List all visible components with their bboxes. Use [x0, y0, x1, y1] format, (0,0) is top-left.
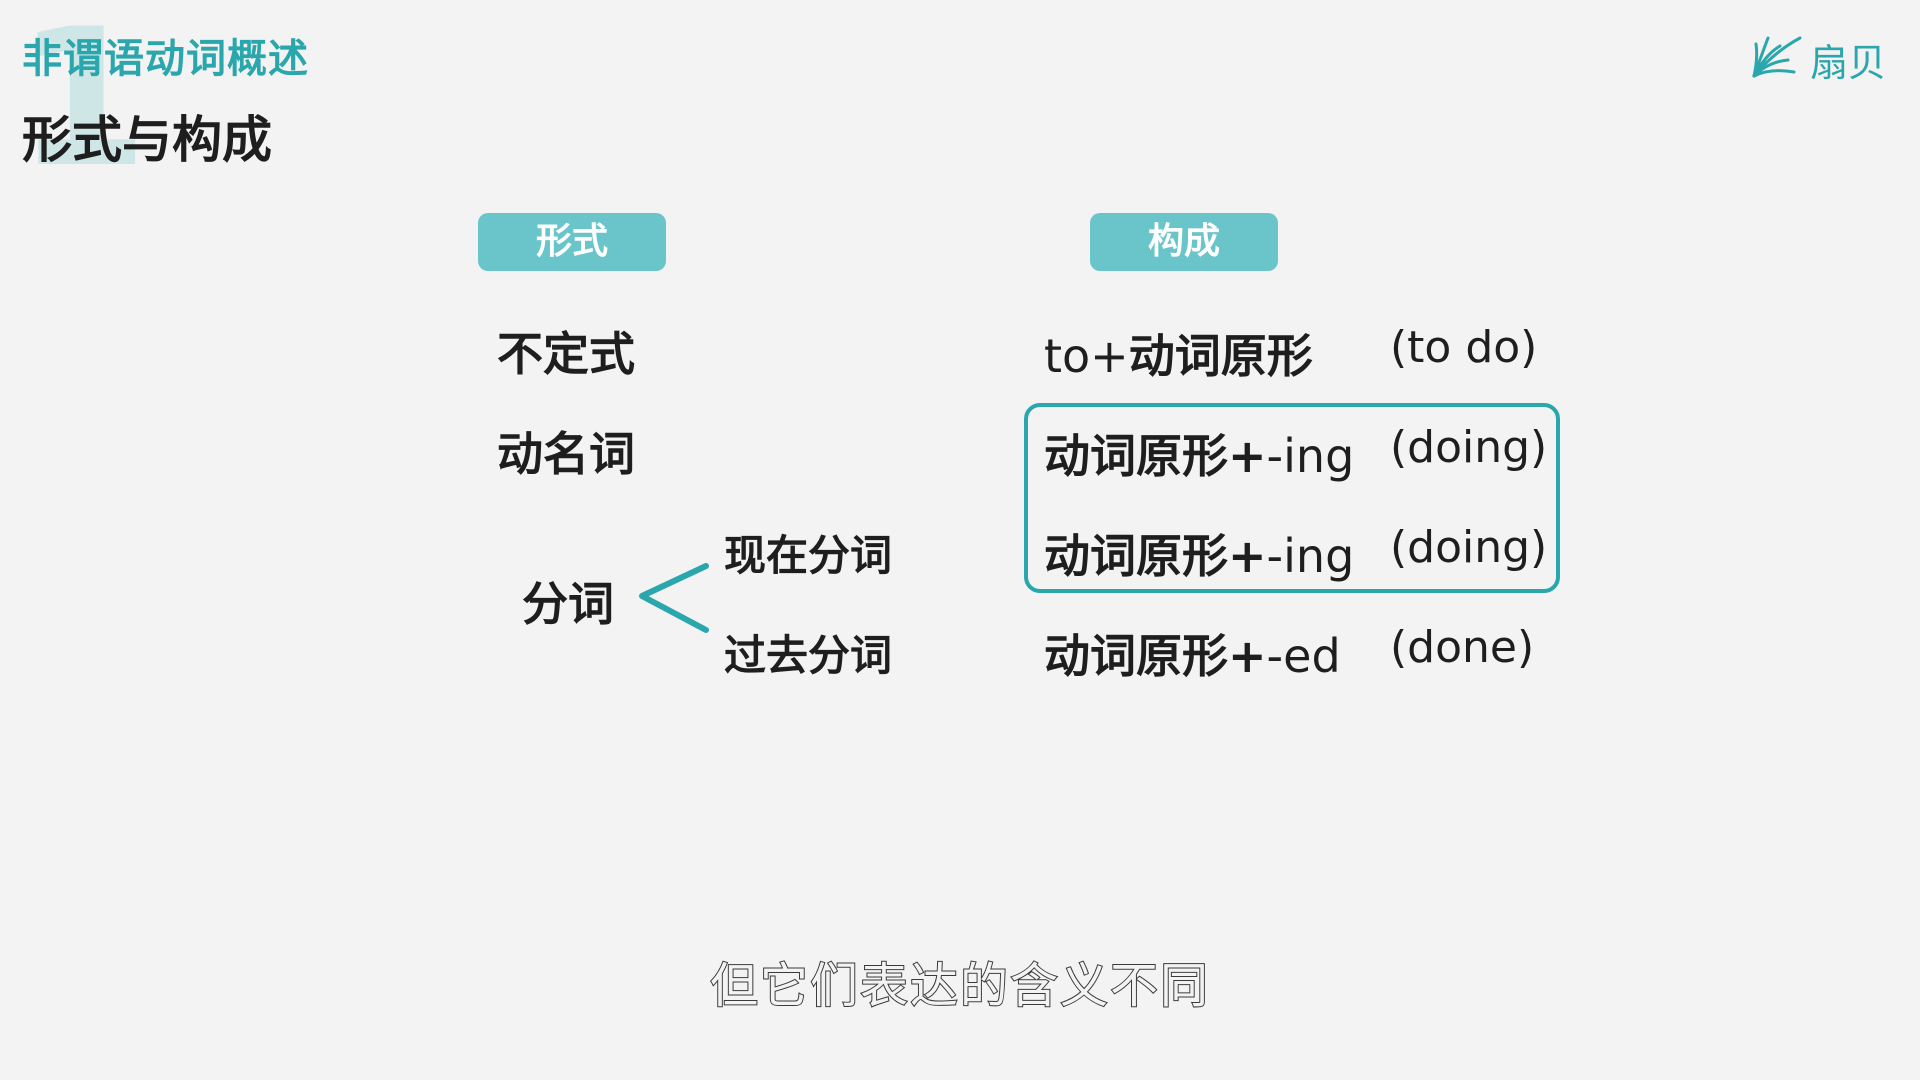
example-past-participle: (done)	[1390, 622, 1535, 673]
form-present-participle: 现在分词	[724, 531, 893, 580]
form-past-participle: 过去分词	[724, 631, 893, 680]
composition-suffix: -ed	[1266, 629, 1341, 683]
branch-bracket-icon	[639, 563, 709, 633]
example-present-participle: (doing)	[1390, 522, 1548, 573]
composition-infinitive: to+动词原形	[1044, 320, 1313, 386]
composition-base: 动词原形	[1128, 329, 1313, 383]
composition-suffix: -ing	[1266, 429, 1355, 483]
logo-text: 扇贝	[1810, 41, 1887, 85]
form-gerund: 动名词	[497, 427, 635, 481]
composition-suffix: -ing	[1266, 529, 1355, 583]
video-subtitle: 但它们表达的含义不同	[709, 957, 1210, 1015]
composition-gerund: 动词原形+-ing	[1044, 420, 1354, 486]
form-participle: 分词	[522, 577, 614, 631]
composition-base: 动词原形+	[1044, 629, 1267, 683]
composition-prefix: to+	[1044, 329, 1129, 383]
composition-present-participle: 动词原形+-ing	[1044, 520, 1354, 586]
column-header-composition: 构成	[1090, 213, 1278, 271]
composition-base: 动词原形+	[1044, 529, 1267, 583]
composition-past-participle: 动词原形+-ed	[1044, 620, 1341, 686]
example-gerund: (doing)	[1390, 422, 1548, 473]
form-infinitive: 不定式	[497, 327, 635, 381]
brand-logo: 扇贝	[1750, 28, 1890, 85]
composition-base: 动词原形+	[1044, 429, 1267, 483]
section-title: 非谓语动词概述	[22, 36, 309, 82]
column-header-form: 形式	[478, 213, 666, 271]
page-title: 形式与构成	[22, 111, 272, 169]
example-infinitive: (to do)	[1390, 322, 1538, 373]
shanbay-leaf-icon	[1752, 36, 1802, 78]
